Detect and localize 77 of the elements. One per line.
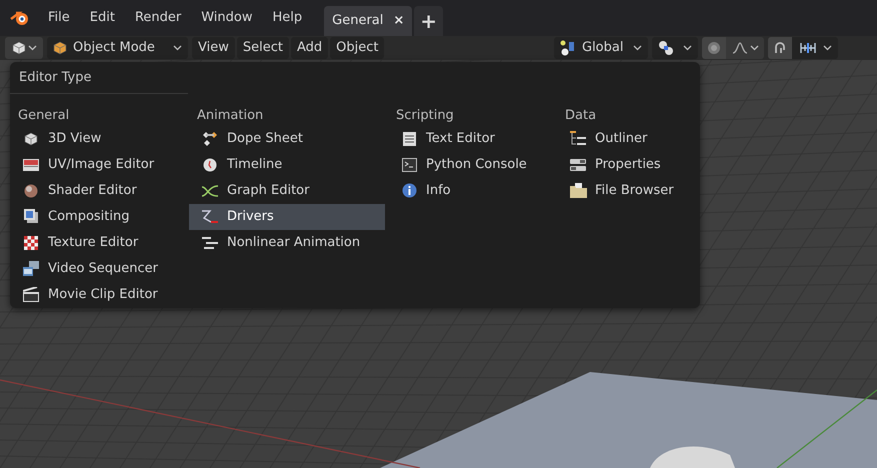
editor-type-button[interactable] bbox=[5, 37, 43, 59]
falloff-dropdown[interactable] bbox=[726, 37, 764, 59]
close-tab-button[interactable]: × bbox=[393, 11, 404, 31]
caret-icon bbox=[28, 45, 36, 51]
editor-menu-item[interactable]: Movie Clip Editor bbox=[10, 282, 186, 308]
editor-menu-item[interactable]: Dope Sheet bbox=[189, 126, 385, 152]
caret-icon bbox=[822, 45, 832, 51]
category-heading: Data bbox=[564, 106, 598, 124]
editor-menu-item[interactable]: Texture Editor bbox=[10, 230, 186, 256]
editor-menu-item[interactable]: Text Editor bbox=[388, 126, 554, 152]
pictures-icon bbox=[24, 209, 38, 224]
notepad-icon bbox=[402, 131, 416, 146]
editor-menu-item[interactable]: File Browser bbox=[557, 178, 684, 204]
editor-menu-item[interactable]: Python Console bbox=[388, 152, 554, 178]
header-menu-button[interactable]: Add bbox=[290, 37, 328, 59]
cube-icon bbox=[12, 41, 26, 55]
header-menu-button[interactable]: Select bbox=[236, 37, 289, 59]
menu-item[interactable]: File bbox=[40, 6, 78, 30]
proportional-edit-toggle[interactable] bbox=[702, 37, 726, 59]
info-icon bbox=[402, 183, 416, 198]
category-heading: Animation bbox=[196, 106, 264, 124]
sphere-icon bbox=[24, 184, 38, 198]
caret-icon bbox=[750, 45, 758, 51]
orientation-dropdown[interactable]: Global bbox=[554, 37, 648, 59]
editor-menu-item[interactable]: Graph Editor bbox=[189, 178, 385, 204]
pivot-dropdown[interactable] bbox=[652, 37, 698, 59]
editor-menu-item[interactable]: Outliner bbox=[557, 126, 684, 152]
menu-item[interactable]: Render bbox=[126, 6, 190, 30]
driver-icon bbox=[201, 209, 219, 224]
tree-list-icon bbox=[570, 131, 586, 146]
caret-icon bbox=[173, 45, 182, 51]
cube-icon bbox=[53, 41, 67, 55]
film-strip-icon bbox=[23, 261, 39, 276]
magnet-icon bbox=[773, 41, 787, 55]
terminal-icon bbox=[402, 158, 416, 172]
add-tab-button[interactable]: + bbox=[414, 6, 444, 36]
strips-icon bbox=[202, 236, 218, 250]
falloff-curve-icon bbox=[732, 42, 748, 54]
menu-title: Editor Type bbox=[19, 70, 92, 85]
editor-menu-item[interactable]: Drivers bbox=[189, 204, 385, 230]
header-menu-button[interactable]: View bbox=[192, 37, 235, 59]
editor-menu-item[interactable]: Nonlinear Animation bbox=[189, 230, 385, 256]
toggles-icon bbox=[570, 158, 586, 172]
clapperboard-icon bbox=[23, 287, 39, 302]
caret-icon bbox=[683, 45, 692, 51]
cube-icon bbox=[24, 132, 38, 146]
checker-icon bbox=[24, 236, 38, 250]
editor-menu-item[interactable]: Shader Editor bbox=[10, 178, 186, 204]
editor-menu-item[interactable]: Video Sequencer bbox=[10, 256, 186, 282]
editor-menu-item[interactable]: 3D View bbox=[10, 126, 186, 152]
folder-icon bbox=[570, 183, 586, 198]
editor-menu-item[interactable]: Timeline bbox=[189, 152, 385, 178]
category-heading: General bbox=[17, 106, 70, 124]
logo-icon[interactable] bbox=[10, 10, 30, 26]
category-heading: Scripting bbox=[395, 106, 455, 124]
keyframes-icon bbox=[202, 132, 218, 146]
pivot-icon bbox=[658, 40, 674, 56]
image-icon bbox=[23, 158, 39, 172]
menu-item[interactable]: Help bbox=[264, 6, 310, 30]
workspace-tab[interactable]: General × bbox=[324, 6, 412, 36]
tab-label: General bbox=[332, 12, 384, 30]
curve-icon bbox=[201, 184, 219, 198]
mode-dropdown[interactable]: Object Mode bbox=[47, 37, 188, 59]
header-menu-button[interactable]: Object bbox=[330, 37, 384, 59]
editor-menu-item[interactable]: Info bbox=[388, 178, 554, 204]
editor-menu-item[interactable]: Properties bbox=[557, 152, 684, 178]
snap-target-dropdown[interactable] bbox=[792, 37, 838, 59]
snap-increment-icon bbox=[798, 42, 816, 54]
clock-icon bbox=[203, 158, 217, 172]
snap-toggle[interactable] bbox=[768, 37, 792, 59]
ring-icon bbox=[707, 41, 721, 55]
editor-menu-item[interactable]: Compositing bbox=[10, 204, 186, 230]
axes-icon bbox=[560, 40, 576, 56]
menu-item[interactable]: Window bbox=[193, 6, 260, 30]
editor-menu-item[interactable]: UV/Image Editor bbox=[10, 152, 186, 178]
menu-item[interactable]: Edit bbox=[82, 6, 123, 30]
caret-icon bbox=[633, 45, 642, 51]
